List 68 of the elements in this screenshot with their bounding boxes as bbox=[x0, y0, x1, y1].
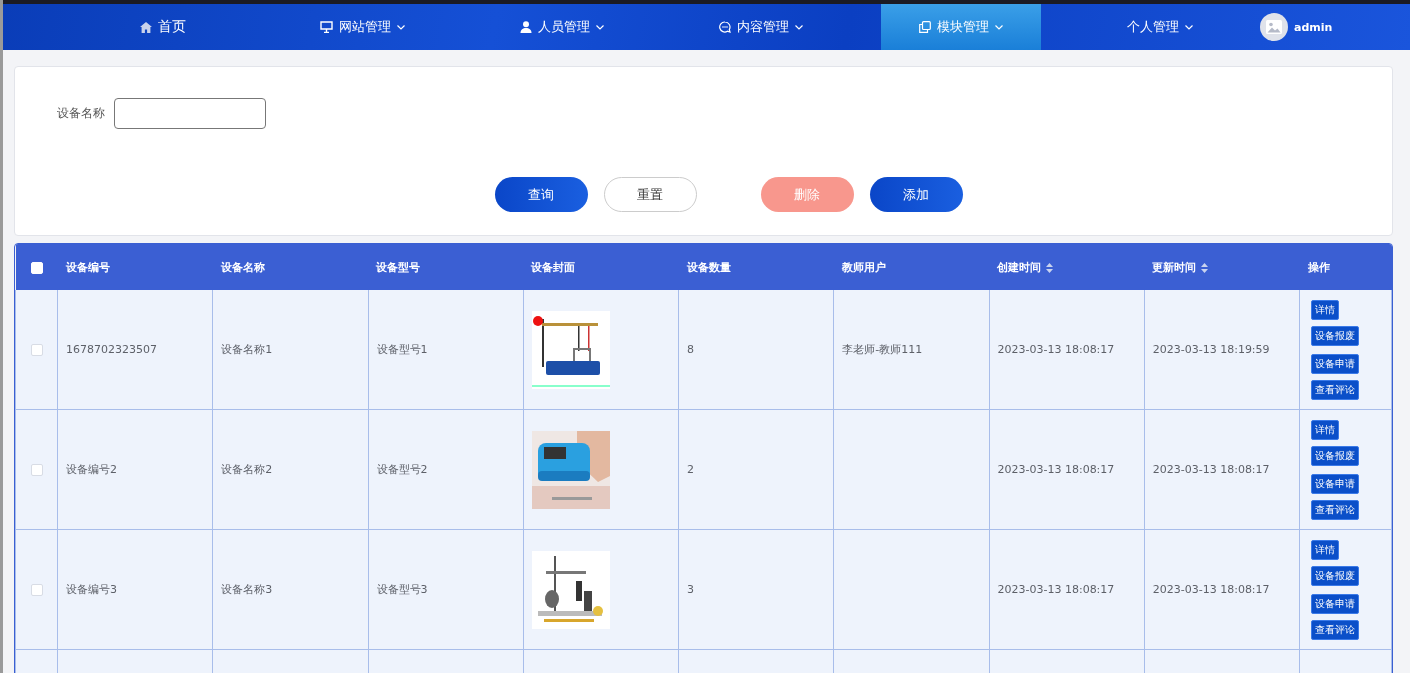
column-header: 设备数量 bbox=[686, 260, 731, 274]
column-header: 教师用户 bbox=[841, 260, 886, 274]
caret-icon bbox=[994, 24, 1003, 30]
table-cell: 3 bbox=[687, 583, 694, 596]
column-header: 设备名称 bbox=[220, 260, 265, 274]
monitor-icon bbox=[319, 21, 333, 33]
action-button[interactable]: 重置 bbox=[603, 177, 697, 212]
row-checkbox[interactable] bbox=[30, 464, 43, 476]
column-header: 设备型号 bbox=[376, 260, 420, 274]
row-action-button[interactable]: 设备报废 bbox=[1311, 565, 1359, 586]
row-action-button[interactable]: 详情 bbox=[1311, 299, 1339, 320]
table-cell: 2023-03-13 18:08:17 bbox=[997, 343, 1115, 356]
table-cell: 设备名称3 bbox=[221, 583, 273, 596]
input-field[interactable] bbox=[114, 98, 266, 129]
nav-tab[interactable]: 内容管理 bbox=[661, 4, 861, 50]
table-cell: 设备编号3 bbox=[66, 583, 117, 596]
sort-icon[interactable] bbox=[1046, 262, 1053, 273]
chat-icon bbox=[719, 21, 732, 33]
nav-tab[interactable]: 网站管理 bbox=[262, 4, 462, 50]
table-cell: 设备编号2 bbox=[66, 463, 117, 476]
column-header: 更新时间 bbox=[1152, 260, 1197, 274]
caret-icon bbox=[1185, 24, 1194, 30]
field-label: 设备名称 bbox=[57, 105, 105, 122]
row-action-button[interactable]: 设备申请 bbox=[1311, 353, 1359, 374]
avatar-icon[interactable] bbox=[1260, 13, 1288, 41]
action-button[interactable]: 添加 bbox=[869, 177, 963, 212]
table-cell: 2 bbox=[687, 463, 694, 476]
table-cell: 设备型号3 bbox=[376, 583, 428, 596]
row-action-button[interactable]: 设备报废 bbox=[1311, 325, 1359, 346]
row-action-button[interactable]: 查看评论 bbox=[1311, 379, 1359, 400]
home-icon bbox=[139, 21, 152, 33]
row-checkbox[interactable] bbox=[30, 344, 43, 356]
table-cell: 2023-03-13 18:08:17 bbox=[1152, 463, 1270, 476]
caret-icon bbox=[595, 24, 604, 30]
row-checkbox[interactable] bbox=[30, 584, 43, 596]
nav-tab[interactable]: 个人管理 bbox=[1060, 4, 1260, 50]
row-action-button[interactable]: 详情 bbox=[1311, 419, 1339, 440]
table-cell: 2023-03-13 18:19:59 bbox=[1152, 343, 1270, 356]
column-header: 设备封面 bbox=[531, 260, 576, 274]
table-cell: 1678702323507 bbox=[66, 343, 157, 356]
row-action-button[interactable]: 设备申请 bbox=[1311, 473, 1359, 494]
column-header: 设备编号 bbox=[65, 260, 110, 274]
sort-icon[interactable] bbox=[1201, 262, 1209, 273]
user-name[interactable]: admin bbox=[1294, 20, 1333, 34]
row-action-button[interactable]: 查看评论 bbox=[1311, 619, 1359, 640]
column-header: 创建时间 bbox=[997, 260, 1041, 274]
row-action-button[interactable]: 详情 bbox=[1311, 539, 1339, 560]
nav-tab[interactable]: 首页 bbox=[63, 4, 263, 50]
table-cell: 设备型号1 bbox=[376, 343, 428, 356]
table-cell: 设备名称1 bbox=[221, 343, 273, 356]
table-cell: 2023-03-13 18:08:17 bbox=[997, 583, 1115, 596]
column-header: 操作 bbox=[1307, 260, 1330, 274]
table-cell: 2023-03-13 18:08:17 bbox=[1152, 583, 1270, 596]
row-action-button[interactable]: 查看评论 bbox=[1311, 499, 1359, 520]
caret-icon bbox=[795, 24, 804, 30]
table-cell: 李老师-教师111 bbox=[842, 343, 923, 356]
table-cell: 设备名称2 bbox=[221, 463, 273, 476]
table-cell: 设备型号2 bbox=[376, 463, 428, 476]
select-all-checkbox[interactable] bbox=[30, 261, 43, 274]
action-button[interactable]: 查询 bbox=[494, 177, 588, 212]
row-action-button[interactable]: 设备报废 bbox=[1311, 445, 1359, 466]
nav-tab[interactable]: 人员管理 bbox=[462, 4, 662, 50]
row-action-button[interactable]: 设备申请 bbox=[1311, 593, 1359, 614]
table-cell: 8 bbox=[687, 343, 694, 356]
person-icon bbox=[519, 21, 532, 33]
table-cell: 2023-03-13 18:08:17 bbox=[997, 463, 1115, 476]
copy-icon bbox=[918, 21, 931, 33]
caret-icon bbox=[396, 24, 405, 30]
